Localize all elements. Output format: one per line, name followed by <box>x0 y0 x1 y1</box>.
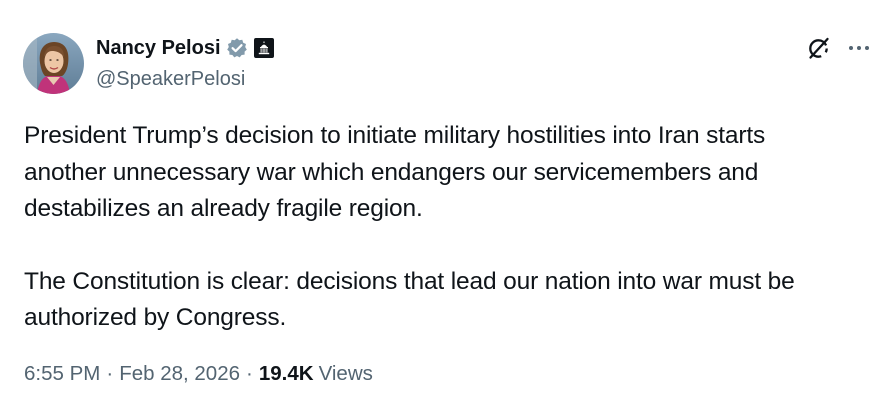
author-name-row: Nancy Pelosi <box>96 35 274 61</box>
avatar[interactable] <box>23 33 84 94</box>
tweet-meta-row: 6:55 PM · Feb 28, 2026 · 19.4K Views <box>24 360 373 388</box>
tweet-paragraph: President Trump’s decision to initiate m… <box>24 122 766 222</box>
views-count[interactable]: 19.4K <box>259 360 314 388</box>
grok-slash-icon[interactable] <box>806 35 832 61</box>
more-dots-icon[interactable] <box>846 36 872 60</box>
tweet-time[interactable]: 6:55 PM <box>24 360 100 388</box>
author-handle[interactable]: @SpeakerPelosi <box>96 66 245 92</box>
author-display-name[interactable]: Nancy Pelosi <box>96 35 221 61</box>
tweet-card: Nancy Pelosi @SpeakerPelosi President Tr… <box>0 0 893 411</box>
government-building-icon[interactable] <box>253 38 274 58</box>
meta-separator: · <box>106 362 114 385</box>
meta-separator: · <box>246 362 253 385</box>
tweet-paragraph: The Constitution is clear: decisions tha… <box>24 267 795 332</box>
views-label[interactable]: Views <box>319 360 373 388</box>
tweet-text: President Trump’s decision to initiate m… <box>24 118 884 337</box>
tweet-date[interactable]: Feb 28, 2026 <box>119 360 240 388</box>
verified-check-icon[interactable] <box>226 37 248 59</box>
